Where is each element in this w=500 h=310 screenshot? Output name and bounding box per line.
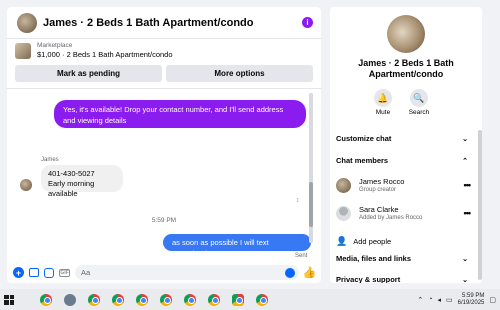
member-name: James Rocco bbox=[359, 176, 405, 186]
info-scrollbar[interactable] bbox=[478, 130, 482, 280]
clock-time: 5:59 PM bbox=[462, 292, 485, 299]
privacy-label: Privacy & support bbox=[336, 275, 401, 283]
add-people-button[interactable]: 👤 Add people bbox=[336, 236, 391, 247]
wifi-icon[interactable]: ◔ bbox=[428, 296, 432, 303]
bell-icon: 🔔 bbox=[374, 89, 392, 107]
listing-title: $1,000 · 2 Beds 1 Bath Apartment/condo bbox=[37, 50, 173, 59]
info-icon[interactable]: i bbox=[302, 17, 313, 28]
chrome-icon[interactable] bbox=[232, 293, 244, 306]
more-icon[interactable]: ••• bbox=[464, 208, 472, 218]
chrome-icon[interactable] bbox=[136, 293, 148, 306]
marketplace-listing[interactable]: Marketplace $1,000 · 2 Beds 1 Bath Apart… bbox=[7, 39, 321, 63]
avatar bbox=[336, 177, 351, 193]
more-icon[interactable]: ••• bbox=[464, 180, 472, 190]
chrome-icon[interactable] bbox=[208, 293, 220, 306]
sticker-icon[interactable] bbox=[44, 267, 54, 278]
clock-date: 6/19/2025 bbox=[457, 299, 485, 306]
volume-icon[interactable]: ◂ bbox=[438, 296, 442, 304]
outgoing-message[interactable]: Yes, it's available! Drop your contact n… bbox=[54, 100, 306, 128]
chrome-icon[interactable] bbox=[184, 293, 196, 306]
customize-chat-label: Customize chat bbox=[336, 134, 392, 143]
add-people-label: Add people bbox=[353, 237, 392, 246]
chat-panel: James · 2 Beds 1 Bath Apartment/condo i … bbox=[7, 7, 321, 283]
like-icon[interactable]: 👍 bbox=[303, 267, 317, 279]
battery-icon[interactable]: ▭ bbox=[446, 296, 453, 304]
chevron-up-icon[interactable]: ⌃ bbox=[417, 296, 423, 304]
media-section[interactable]: Media, files and links ⌄ bbox=[336, 254, 468, 263]
message-list: Yes, it's available! Drop your contact n… bbox=[7, 93, 321, 259]
media-label: Media, files and links bbox=[336, 254, 412, 263]
message-input-box[interactable] bbox=[75, 265, 299, 280]
chevron-down-icon: ⌄ bbox=[462, 276, 468, 284]
member-role: Added by James Rocco bbox=[359, 214, 423, 221]
composer: + GIF 👍 bbox=[7, 262, 321, 283]
listing-actions: Mark as pending More options bbox=[7, 63, 321, 82]
message-line: Early morning available bbox=[48, 179, 95, 198]
member-role: Group creator bbox=[359, 186, 397, 193]
more-options-button[interactable]: More options bbox=[166, 65, 313, 82]
listing-thumbnail bbox=[15, 43, 31, 59]
clock[interactable]: 5:59 PM 6/19/2025 bbox=[458, 293, 485, 307]
divider bbox=[7, 88, 321, 89]
incoming-message[interactable]: 401-430-5027 Early morning available bbox=[41, 165, 123, 198]
chevron-down-icon: ⌄ bbox=[462, 255, 468, 263]
chat-header: James · 2 Beds 1 Bath Apartment/condo i bbox=[7, 7, 321, 39]
message-timestamp: 5:59 PM bbox=[151, 217, 177, 224]
chat-members-label: Chat members bbox=[336, 156, 389, 165]
mute-button[interactable]: 🔔 Mute bbox=[368, 89, 398, 116]
windows-start-icon[interactable] bbox=[4, 294, 14, 305]
chat-title[interactable]: James · 2 Beds 1 Bath Apartment/condo bbox=[43, 17, 302, 29]
chat-members-section[interactable]: Chat members ⌃ bbox=[336, 156, 468, 165]
system-tray: ⌃ ◔ ◂ ▭ 5:59 PM 6/19/2025 ▢ bbox=[417, 293, 496, 307]
sender-name: James bbox=[41, 157, 59, 163]
taskbar: ⌃ ◔ ◂ ▭ 5:59 PM 6/19/2025 ▢ bbox=[0, 289, 500, 310]
avatar bbox=[336, 205, 351, 221]
mark-as-pending-button[interactable]: Mark as pending bbox=[15, 65, 162, 82]
search-label: Search bbox=[408, 109, 430, 116]
chrome-icon[interactable] bbox=[160, 293, 172, 306]
sender-avatar bbox=[20, 179, 32, 191]
message-input[interactable] bbox=[81, 268, 293, 277]
plus-icon[interactable]: + bbox=[13, 267, 24, 278]
chevron-down-icon: ⌄ bbox=[462, 135, 468, 143]
chat-avatar[interactable] bbox=[17, 12, 37, 33]
search-button[interactable]: 🔍 Search bbox=[404, 89, 434, 116]
info-title: James · 2 Beds 1 Bath Apartment/condo bbox=[358, 58, 454, 79]
info-avatar bbox=[387, 15, 425, 53]
photo-icon[interactable] bbox=[29, 268, 39, 277]
sent-status: Sent bbox=[295, 253, 308, 259]
customize-chat-section[interactable]: Customize chat ⌄ bbox=[336, 134, 468, 143]
app-icon[interactable] bbox=[64, 293, 76, 306]
member-row[interactable]: James Rocco Group creator ••• bbox=[336, 175, 472, 195]
chat-scroll-thumb[interactable] bbox=[309, 182, 313, 227]
emoji-icon[interactable] bbox=[285, 267, 295, 278]
chrome-icon[interactable] bbox=[40, 293, 52, 306]
message-line: 401-430-5027 bbox=[48, 169, 95, 178]
privacy-section[interactable]: Privacy & support ⌄ bbox=[336, 275, 468, 283]
outgoing-message[interactable]: as soon as possible I will text you..Tha… bbox=[163, 234, 311, 258]
chrome-icon[interactable] bbox=[256, 293, 268, 306]
mute-label: Mute bbox=[375, 109, 391, 116]
search-icon: 🔍 bbox=[410, 89, 428, 107]
chevron-up-icon: ⌃ bbox=[462, 157, 468, 165]
chrome-icon[interactable] bbox=[112, 293, 124, 306]
marketplace-label: Marketplace bbox=[37, 42, 73, 49]
add-person-icon: 👤 bbox=[336, 236, 348, 246]
notification-icon[interactable]: ▢ bbox=[489, 296, 496, 304]
chrome-icon[interactable] bbox=[88, 293, 100, 306]
seen-icon: ↕ bbox=[296, 197, 300, 204]
gif-icon[interactable]: GIF bbox=[59, 268, 70, 277]
member-row[interactable]: Sara Clarke Added by James Rocco ••• bbox=[336, 203, 472, 223]
chat-info-panel: James · 2 Beds 1 Bath Apartment/condo 🔔 … bbox=[330, 7, 482, 283]
member-name: Sara Clarke bbox=[359, 204, 399, 214]
